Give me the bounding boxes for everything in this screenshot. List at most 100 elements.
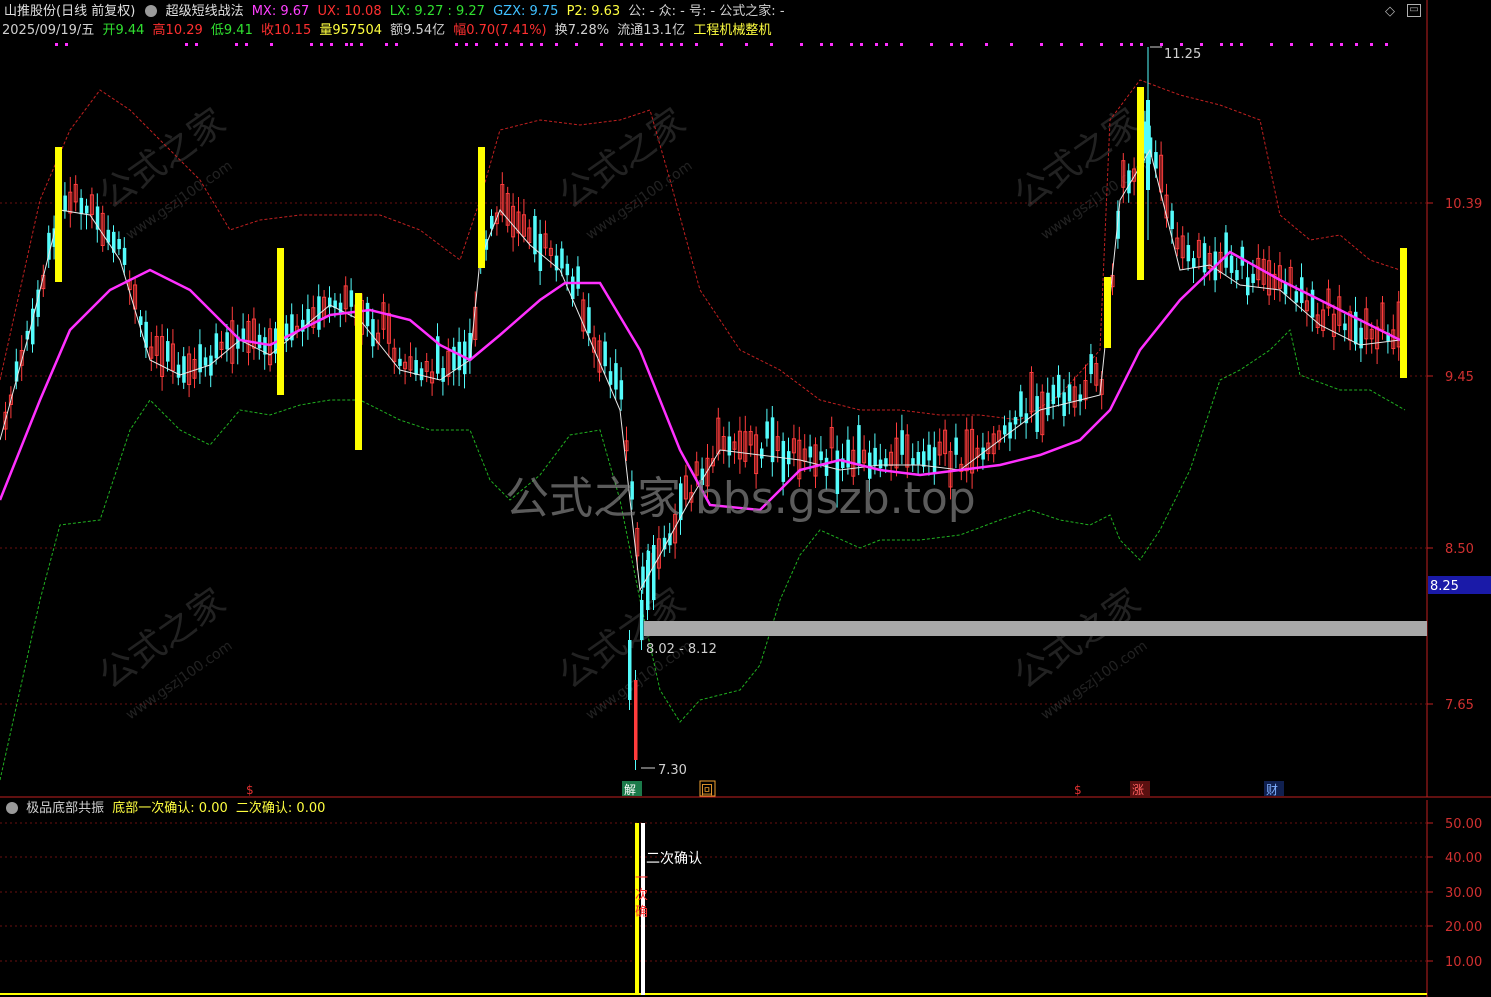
candle <box>1315 302 1320 335</box>
candle <box>1196 232 1201 270</box>
candle <box>251 307 256 360</box>
signal-dot <box>1230 43 1233 46</box>
support-zone-bar <box>644 621 1427 636</box>
candle <box>424 352 429 383</box>
signal-dot <box>1310 43 1313 46</box>
candle <box>1175 222 1180 257</box>
marker-dollar: $ <box>246 783 254 797</box>
candle <box>241 313 246 352</box>
candle <box>1277 251 1282 302</box>
signal-dot <box>1270 43 1273 46</box>
candle <box>581 292 586 339</box>
candle <box>916 441 921 476</box>
signal-dot <box>395 43 398 46</box>
candle <box>1008 410 1012 452</box>
signal-dot <box>55 43 58 46</box>
candle <box>819 436 823 468</box>
candle <box>1256 244 1261 288</box>
candle <box>1359 318 1363 363</box>
candle <box>997 424 1002 450</box>
candle <box>791 424 796 467</box>
signal-dot <box>1330 43 1333 46</box>
candle <box>47 225 51 268</box>
candle <box>376 319 381 350</box>
candle <box>1180 226 1185 270</box>
signal-dot <box>530 43 533 46</box>
candle <box>446 338 451 386</box>
signal-dot <box>350 43 353 46</box>
candle <box>802 434 807 473</box>
signal-dot <box>660 43 663 46</box>
candle <box>112 225 116 263</box>
signal-dot <box>630 43 633 46</box>
candle <box>209 345 213 388</box>
candle <box>737 416 742 474</box>
candle <box>392 338 397 374</box>
candle <box>770 405 775 477</box>
candle <box>1146 47 1150 240</box>
signal-dot <box>720 43 723 46</box>
sub-panel-chart[interactable]: 50.00 40.00 30.00 20.00 10.00 二次确认 一 次 确 <box>0 800 1491 997</box>
high-label: 11.25 <box>1164 47 1201 62</box>
candle <box>311 295 316 335</box>
yellow-signal-bar <box>55 147 62 282</box>
candle <box>732 433 737 464</box>
candle <box>441 356 445 396</box>
yellow-signal-bar <box>355 293 362 450</box>
candle <box>1024 397 1029 439</box>
price-chart[interactable]: 公式之家 www.gszj100.com 公式之家 www.gszj100.co… <box>0 0 1491 800</box>
candle <box>257 323 262 360</box>
signal-dot <box>385 43 388 46</box>
signal-dot <box>520 43 523 46</box>
candle <box>457 327 462 387</box>
signal-dot <box>1160 43 1163 46</box>
side-watermark: 公式之家 <box>92 101 233 217</box>
signal-dot <box>1080 43 1083 46</box>
signal-dot <box>1340 43 1343 46</box>
candle <box>721 426 726 464</box>
first-confirm-char: 次 <box>635 887 648 903</box>
candle <box>656 526 661 580</box>
candle <box>1364 296 1369 355</box>
marker-cai: 财 <box>1266 783 1278 797</box>
signal-dot <box>195 43 198 46</box>
signal-dot <box>1290 43 1293 46</box>
candle <box>543 220 548 256</box>
marker-zhang: 涨 <box>1132 782 1144 797</box>
sub-axis-label: 50.00 <box>1445 817 1482 832</box>
center-watermark: 公式之家 bbs.gszb.top <box>505 473 976 524</box>
signal-dot <box>465 43 468 46</box>
candle <box>1207 245 1212 281</box>
signal-dot <box>1140 43 1143 46</box>
candle <box>505 186 510 233</box>
candle <box>306 294 310 340</box>
signal-dot <box>885 43 888 46</box>
candle <box>290 303 294 348</box>
first-confirm-label: 一 次 确 <box>635 871 648 920</box>
candle <box>608 357 613 399</box>
candle <box>295 314 300 339</box>
signal-dot <box>1010 43 1013 46</box>
signal-dot <box>850 43 853 46</box>
marker-dollar: $ <box>1074 783 1082 797</box>
candle <box>263 327 267 370</box>
candle <box>1067 372 1072 415</box>
candle <box>614 349 618 400</box>
side-watermark: 公式之家 <box>1007 581 1148 697</box>
candle <box>954 423 958 469</box>
candle <box>646 550 650 620</box>
yellow-signal-bar <box>1400 248 1407 378</box>
candle <box>1326 279 1331 316</box>
side-watermark: 公式之家 <box>552 101 693 217</box>
signal-dot <box>680 43 683 46</box>
candle <box>1380 296 1385 340</box>
candle <box>603 332 607 374</box>
candle <box>317 284 321 338</box>
signal-dot <box>860 43 863 46</box>
candle <box>894 422 899 477</box>
candle <box>381 293 386 340</box>
candle <box>1386 324 1390 354</box>
signal-dot <box>245 43 248 46</box>
candle <box>1288 259 1293 300</box>
candle <box>484 230 489 261</box>
